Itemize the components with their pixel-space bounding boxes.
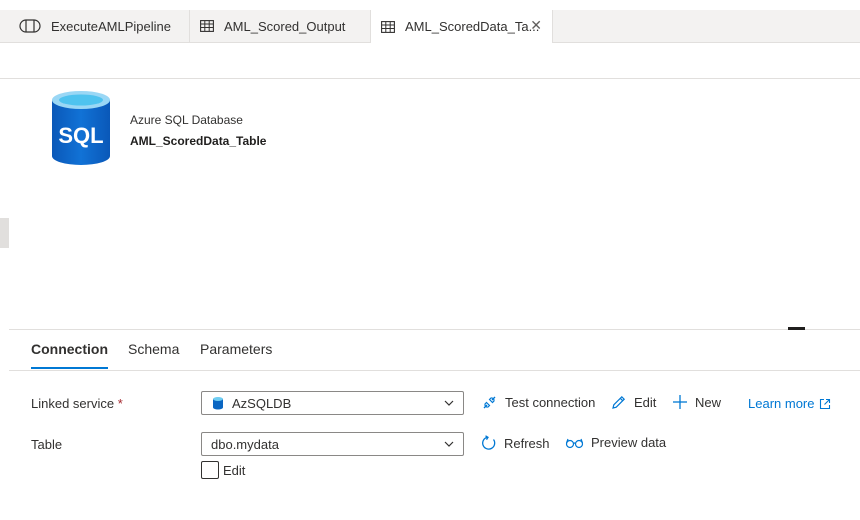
learn-more-link[interactable]: Learn more — [748, 396, 831, 411]
tab-connection[interactable]: Connection — [31, 341, 108, 369]
refresh-label: Refresh — [504, 435, 550, 451]
test-connection-label: Test connection — [505, 395, 596, 410]
edit-table-checkbox-label: Edit — [223, 463, 246, 478]
plug-icon — [481, 394, 498, 411]
required-mark: * — [117, 396, 123, 411]
table-label: Table — [31, 437, 63, 452]
sql-database-icon: SQL — [50, 90, 112, 173]
learn-more-label: Learn more — [748, 396, 815, 411]
sql-database-icon — [212, 396, 224, 410]
collapse-handle[interactable] — [0, 218, 9, 248]
tab-execute-aml-pipeline[interactable]: ExecuteAMLPipeline — [9, 10, 190, 42]
edit-table-checkbox[interactable] — [201, 461, 219, 479]
edit-label: Edit — [634, 395, 657, 410]
dataset-type: Azure SQL Database — [130, 113, 243, 127]
dataset-name: AML_ScoredData_Table — [130, 134, 267, 148]
tab-schema[interactable]: Schema — [128, 341, 179, 357]
pipeline-icon — [19, 19, 41, 33]
tab-aml-scoreddata-table[interactable]: AML_ScoredData_Ta... ✕ — [371, 10, 553, 43]
plus-icon — [672, 394, 688, 410]
chevron-down-icon — [443, 438, 455, 453]
edit-linked-service-button[interactable]: Edit — [610, 394, 656, 411]
editor-tab-bar: ExecuteAMLPipeline AML_Scored_Output AML… — [0, 10, 860, 43]
test-connection-button[interactable]: Test connection — [481, 394, 595, 411]
toolbar-strip — [0, 43, 860, 79]
linked-service-label-text: Linked service — [31, 396, 115, 411]
tabs-divider — [9, 370, 860, 371]
panel-splitter[interactable] — [9, 329, 860, 330]
linked-service-label: Linked service * — [31, 396, 123, 411]
tab-label: ExecuteAMLPipeline — [51, 18, 171, 34]
svg-text:SQL: SQL — [58, 123, 103, 148]
preview-data-label: Preview data — [591, 435, 667, 450]
preview-data-button[interactable]: Preview data — [565, 435, 666, 450]
table-icon — [381, 20, 395, 33]
tab-label: AML_Scored_Output — [224, 18, 346, 34]
table-value: dbo.mydata — [211, 436, 279, 452]
refresh-icon — [481, 435, 497, 451]
splitter-handle[interactable] — [788, 327, 805, 330]
tab-label: AML_ScoredData_Ta... — [405, 19, 540, 34]
linked-service-value: AzSQLDB — [232, 395, 292, 411]
linked-service-select[interactable]: AzSQLDB — [201, 391, 464, 415]
tab-aml-scored-output[interactable]: AML_Scored_Output — [190, 10, 371, 42]
table-icon — [200, 20, 214, 32]
pencil-icon — [610, 394, 627, 411]
new-linked-service-button[interactable]: New — [672, 394, 721, 410]
glasses-icon — [565, 436, 584, 450]
tab-parameters[interactable]: Parameters — [200, 341, 272, 357]
chevron-down-icon — [443, 397, 455, 412]
close-icon[interactable]: ✕ — [530, 18, 542, 32]
external-link-icon — [819, 398, 831, 410]
new-label: New — [695, 394, 722, 410]
refresh-button[interactable]: Refresh — [481, 435, 550, 451]
table-select[interactable]: dbo.mydata — [201, 432, 464, 456]
